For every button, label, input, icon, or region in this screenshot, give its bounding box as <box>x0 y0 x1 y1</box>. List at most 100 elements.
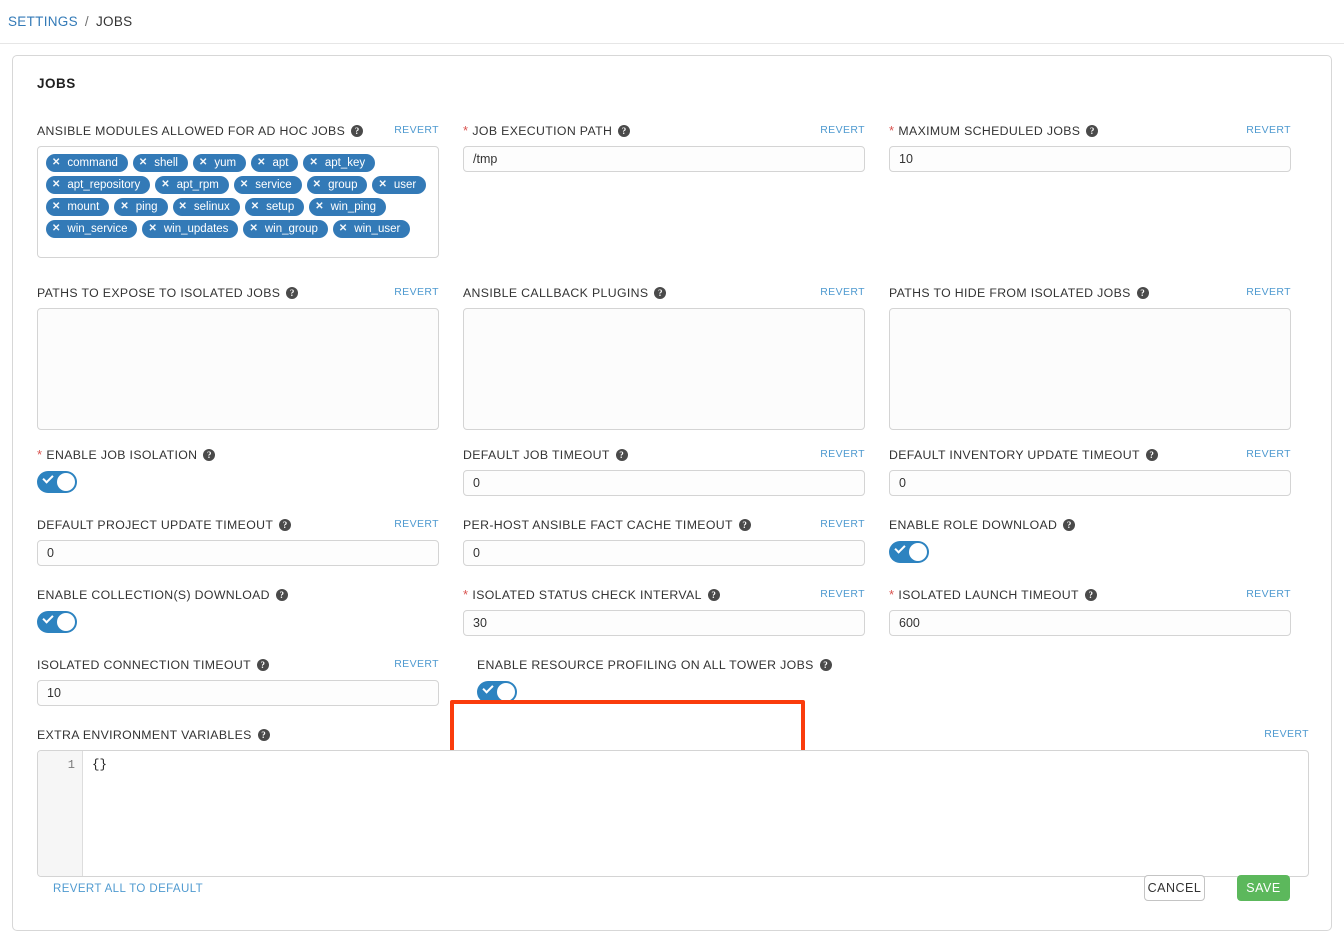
help-icon[interactable]: ? <box>1145 449 1158 461</box>
revert-isolated-launch-timeout[interactable]: REVERT <box>1246 588 1291 600</box>
chip-remove-icon[interactable]: ✕ <box>251 202 259 212</box>
chip-item[interactable]: ✕ win_user <box>332 220 411 238</box>
chip-remove-icon[interactable]: ✕ <box>120 202 128 212</box>
label-default-inventory-update-timeout: DEFAULT INVENTORY UPDATE TIMEOUT ? <box>889 448 1291 462</box>
chip-item[interactable]: ✕ apt_key <box>303 154 376 172</box>
paths-to-hide-from-isolated-jobs-textarea[interactable] <box>889 308 1291 430</box>
toggle-knob <box>909 543 927 561</box>
chip-remove-icon[interactable]: ✕ <box>339 224 347 234</box>
paths-to-expose-to-isolated-jobs-textarea[interactable] <box>37 308 439 430</box>
revert-isolated-status-check-interval[interactable]: REVERT <box>820 588 865 600</box>
chip-remove-icon[interactable]: ✕ <box>52 180 60 190</box>
chip-item[interactable]: ✕ win_group <box>243 220 328 238</box>
help-icon[interactable]: ? <box>1063 519 1076 531</box>
chip-remove-icon[interactable]: ✕ <box>249 224 257 234</box>
enable-role-download-toggle[interactable] <box>889 541 929 563</box>
revert-extra-environment-variables[interactable]: REVERT <box>1264 728 1309 740</box>
chip-remove-icon[interactable]: ✕ <box>313 180 321 190</box>
help-icon[interactable]: ? <box>256 659 269 671</box>
revert-paths-to-hide-from-isolated-jobs[interactable]: REVERT <box>1246 286 1291 298</box>
enable-resource-profiling-toggle[interactable] <box>477 681 517 703</box>
help-icon[interactable]: ? <box>203 449 216 461</box>
per-host-ansible-fact-cache-timeout-input[interactable]: 0 <box>463 540 865 566</box>
default-job-timeout-input[interactable]: 0 <box>463 470 865 496</box>
cancel-button[interactable]: CANCEL <box>1144 875 1205 901</box>
help-icon[interactable]: ? <box>1084 589 1097 601</box>
chip-item[interactable]: ✕ yum <box>192 154 247 172</box>
chip-item[interactable]: ✕ apt_repository <box>46 176 151 194</box>
revert-per-host-ansible-fact-cache-timeout[interactable]: REVERT <box>820 518 865 530</box>
chip-label: command <box>67 157 118 169</box>
chip-remove-icon[interactable]: ✕ <box>199 158 207 168</box>
enable-collections-download-toggle[interactable] <box>37 611 77 633</box>
chip-item[interactable]: ✕ win_service <box>46 220 138 238</box>
help-icon[interactable]: ? <box>738 519 751 531</box>
help-icon[interactable]: ? <box>707 589 720 601</box>
isolated-launch-timeout-input[interactable]: 600 <box>889 610 1291 636</box>
breadcrumb-settings-link[interactable]: SETTINGS <box>8 14 78 29</box>
chip-item[interactable]: ✕ shell <box>132 154 188 172</box>
help-icon[interactable]: ? <box>286 287 299 299</box>
chip-item[interactable]: ✕ mount <box>46 198 110 216</box>
help-icon[interactable]: ? <box>654 287 667 299</box>
ansible-callback-plugins-textarea[interactable] <box>463 308 865 430</box>
chip-remove-icon[interactable]: ✕ <box>378 180 386 190</box>
editor-code-content[interactable]: {} <box>83 751 1308 876</box>
chip-remove-icon[interactable]: ✕ <box>161 180 169 190</box>
default-inventory-update-timeout-input[interactable]: 0 <box>889 470 1291 496</box>
revert-default-job-timeout[interactable]: REVERT <box>820 448 865 460</box>
revert-default-inventory-update-timeout[interactable]: REVERT <box>1246 448 1291 460</box>
chip-item[interactable]: ✕ apt <box>251 154 299 172</box>
chip-item[interactable]: ✕ group <box>306 176 368 194</box>
help-icon[interactable]: ? <box>351 125 364 137</box>
chip-remove-icon[interactable]: ✕ <box>179 202 187 212</box>
chip-remove-icon[interactable]: ✕ <box>257 158 265 168</box>
chip-remove-icon[interactable]: ✕ <box>315 202 323 212</box>
save-button[interactable]: SAVE <box>1237 875 1290 901</box>
chip-item[interactable]: ✕ setup <box>244 198 305 216</box>
chip-remove-icon[interactable]: ✕ <box>52 158 60 168</box>
revert-paths-to-expose-to-isolated-jobs[interactable]: REVERT <box>394 286 439 298</box>
chip-item[interactable]: ✕ apt_rpm <box>155 176 229 194</box>
revert-isolated-connection-timeout[interactable]: REVERT <box>394 658 439 670</box>
chip-remove-icon[interactable]: ✕ <box>240 180 248 190</box>
isolated-status-check-interval-input[interactable]: 30 <box>463 610 865 636</box>
chip-item[interactable]: ✕ ping <box>114 198 168 216</box>
revert-default-project-update-timeout[interactable]: REVERT <box>394 518 439 530</box>
help-icon[interactable]: ? <box>1086 125 1099 137</box>
help-icon[interactable]: ? <box>275 589 288 601</box>
revert-ansible-callback-plugins[interactable]: REVERT <box>820 286 865 298</box>
job-execution-path-input[interactable]: /tmp <box>463 146 865 172</box>
maximum-scheduled-jobs-input[interactable]: 10 <box>889 146 1291 172</box>
revert-ansible-modules-allowed[interactable]: REVERT <box>394 124 439 136</box>
chip-item[interactable]: ✕ user <box>372 176 427 194</box>
chip-remove-icon[interactable]: ✕ <box>309 158 317 168</box>
revert-job-execution-path[interactable]: REVERT <box>820 124 865 136</box>
help-icon[interactable]: ? <box>615 449 628 461</box>
help-icon[interactable]: ? <box>819 659 832 671</box>
field-isolated-status-check-interval: * ISOLATED STATUS CHECK INTERVAL ? REVER… <box>463 588 865 636</box>
revert-maximum-scheduled-jobs[interactable]: REVERT <box>1246 124 1291 136</box>
help-icon[interactable]: ? <box>1136 287 1149 299</box>
extra-environment-variables-editor[interactable]: 1 {} <box>37 750 1309 877</box>
chip-remove-icon[interactable]: ✕ <box>148 224 156 234</box>
chip-item[interactable]: ✕ win_updates <box>142 220 239 238</box>
enable-job-isolation-toggle[interactable] <box>37 471 77 493</box>
chip-item[interactable]: ✕ service <box>233 176 302 194</box>
default-project-update-timeout-input[interactable]: 0 <box>37 540 439 566</box>
revert-all-to-default-button[interactable]: REVERT ALL TO DEFAULT <box>53 883 203 895</box>
chip-item[interactable]: ✕ command <box>46 154 128 172</box>
label-enable-job-isolation: * ENABLE JOB ISOLATION ? <box>37 448 439 462</box>
help-icon[interactable]: ? <box>279 519 292 531</box>
ansible-modules-chip-list[interactable]: ✕ command ✕ shell ✕ yum ✕ apt ✕ apt_key ✕ apt_… <box>37 146 439 258</box>
help-icon[interactable]: ? <box>257 729 270 741</box>
help-icon[interactable]: ? <box>618 125 631 137</box>
chip-label: apt <box>272 157 289 169</box>
chip-remove-icon[interactable]: ✕ <box>139 158 147 168</box>
chip-item[interactable]: ✕ win_ping <box>309 198 387 216</box>
chip-remove-icon[interactable]: ✕ <box>52 202 60 212</box>
isolated-connection-timeout-input[interactable]: 10 <box>37 680 439 706</box>
field-isolated-launch-timeout: * ISOLATED LAUNCH TIMEOUT ? REVERT 600 <box>889 588 1291 636</box>
chip-item[interactable]: ✕ selinux <box>172 198 240 216</box>
chip-remove-icon[interactable]: ✕ <box>52 224 60 234</box>
